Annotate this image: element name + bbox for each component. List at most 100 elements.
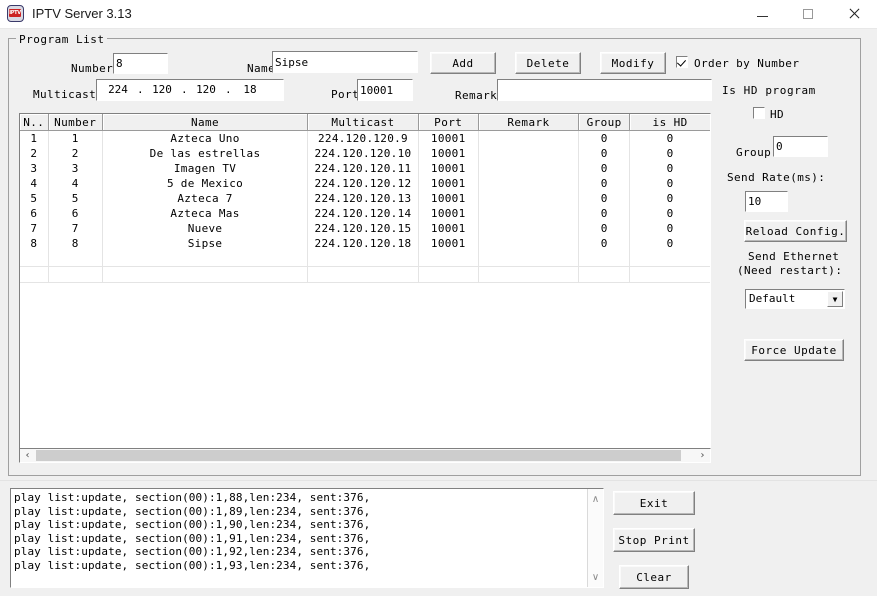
close-button[interactable] — [831, 0, 877, 28]
table-cell: 6 — [20, 206, 49, 221]
table-cell: Azteca 7 — [102, 191, 309, 206]
table-cell: De las estrellas — [102, 146, 309, 161]
table-cell: 1 — [20, 130, 49, 146]
table-cell: 0 — [578, 161, 631, 176]
program-table[interactable]: N.. Number Name Multicast Port Remark Group is … — [19, 113, 711, 463]
number-input[interactable] — [113, 53, 168, 74]
table-cell: Azteca Mas — [102, 206, 309, 221]
hd-checkbox[interactable] — [753, 107, 765, 119]
table-cell: 10001 — [418, 130, 479, 146]
multicast-octet-1[interactable]: 224 — [103, 82, 133, 98]
table-column-header[interactable]: Remark — [478, 114, 580, 131]
table-cell: 0 — [578, 236, 631, 251]
table-cell: 0 — [578, 146, 631, 161]
multicast-address-field[interactable]: 224 . 120 . 120 . 18 — [96, 79, 284, 101]
send-ethernet-select[interactable]: Default ▼ — [745, 289, 845, 309]
number-label: Number — [71, 62, 114, 75]
table-empty-row[interactable] — [20, 251, 710, 267]
multicast-octet-3[interactable]: 120 — [191, 82, 221, 98]
scroll-right-icon[interactable]: › — [695, 449, 710, 462]
chevron-down-icon[interactable]: ▼ — [827, 291, 843, 307]
order-by-number-label: Order by Number — [694, 57, 800, 70]
table-column-header[interactable]: Group — [578, 114, 631, 131]
minimize-button[interactable] — [739, 0, 785, 28]
table-cell: 224.120.120.14 — [307, 206, 419, 221]
table-cell: 0 — [578, 176, 631, 191]
log-text: play list:update, section(00):1,88,len:2… — [14, 491, 371, 572]
log-output-panel[interactable]: play list:update, section(00):1,88,len:2… — [10, 488, 604, 588]
table-row[interactable]: 8 8 Sipse 224.120.120.18 10001 0 0 — [20, 236, 710, 251]
table-cell: 4 — [20, 176, 49, 191]
table-cell: 0 — [666, 222, 674, 235]
table-cell: 3 — [48, 161, 103, 176]
table-cell-empty — [629, 266, 710, 283]
remark-label: Remark — [455, 89, 498, 102]
table-cell-empty — [578, 251, 631, 267]
program-table-grid: N.. Number Name Multicast Port Remark Group is … — [20, 114, 710, 283]
group-field-label: Group — [736, 146, 772, 159]
table-horizontal-scrollbar[interactable]: ‹ › — [19, 448, 711, 463]
table-cell: 0 — [578, 206, 631, 221]
table-cell-empty — [48, 266, 103, 283]
table-empty-row[interactable] — [20, 266, 710, 283]
table-row[interactable]: 445 de Mexico 224.120.120.12 10001 0 0 — [20, 176, 710, 191]
scroll-down-icon[interactable]: ∨ — [588, 569, 603, 585]
table-cell: 0 — [666, 177, 674, 190]
table-row[interactable]: 2 2 De las estrellas 224.120.120.10 10001 0 0 — [20, 146, 710, 161]
clear-button[interactable]: Clear — [619, 565, 689, 589]
table-cell: 0 — [666, 147, 674, 160]
port-input[interactable] — [357, 79, 413, 101]
table-row[interactable]: 7 7 Nueve 224.120.120.15 10001 0 0 — [20, 221, 710, 236]
reload-config-button[interactable]: Reload Config. — [744, 220, 847, 242]
table-cell-empty — [629, 251, 710, 267]
table-cell: 5 de Mexico — [102, 176, 309, 191]
table-cell: 224.120.120.13 — [307, 191, 419, 206]
table-column-header[interactable]: Number — [48, 114, 103, 131]
scroll-up-icon[interactable]: ∧ — [588, 491, 603, 507]
multicast-octet-2[interactable]: 120 — [147, 82, 177, 98]
remark-input[interactable] — [497, 79, 712, 101]
table-cell-empty — [20, 251, 49, 267]
multicast-octet-4[interactable]: 18 — [235, 82, 265, 98]
table-cell: Imagen TV — [102, 161, 309, 176]
modify-button[interactable]: Modify — [600, 52, 666, 74]
table-cell-empty — [418, 266, 479, 283]
order-by-number-checkbox[interactable] — [676, 56, 688, 68]
table-cell: 0 — [666, 207, 674, 220]
maximize-button[interactable] — [785, 0, 831, 28]
table-column-header[interactable]: Port — [418, 114, 479, 131]
multicast-separator-2: . — [181, 83, 188, 96]
table-row[interactable]: 3 3 Imagen TV 224.120.120.11 10001 0 0 — [20, 161, 710, 176]
table-cell — [478, 221, 580, 236]
log-vertical-scrollbar[interactable]: ∧ ∨ — [587, 489, 603, 587]
table-column-header[interactable]: N.. — [20, 114, 49, 131]
iptv-app-icon: IPTV — [7, 5, 24, 22]
table-cell: 0 — [578, 130, 631, 146]
table-row[interactable]: 5 5 Azteca 7 224.120.120.13 10001 0 0 — [20, 191, 710, 206]
table-cell: 10001 — [418, 236, 479, 251]
stop-print-button[interactable]: Stop Print — [613, 528, 695, 552]
delete-button[interactable]: Delete — [515, 52, 581, 74]
table-cell-empty — [578, 266, 631, 283]
group-input[interactable] — [773, 136, 828, 157]
table-cell: Azteca Uno — [102, 130, 309, 146]
exit-button[interactable]: Exit — [613, 491, 695, 515]
table-column-header[interactable]: Name — [102, 114, 309, 131]
table-column-header[interactable]: is HD — [629, 114, 710, 131]
table-cell-empty — [48, 251, 103, 267]
send-rate-input[interactable] — [745, 191, 788, 212]
add-button[interactable]: Add — [430, 52, 496, 74]
send-ethernet-label-line1: Send Ethernet — [748, 250, 840, 263]
table-row[interactable]: 6 6 Azteca Mas 224.120.120.14 10001 0 0 — [20, 206, 710, 221]
table-cell-empty — [478, 266, 580, 283]
scroll-left-icon[interactable]: ‹ — [20, 449, 35, 462]
table-cell: 8 — [20, 236, 49, 251]
table-cell: 10001 — [418, 161, 479, 176]
table-column-header[interactable]: Multicast — [307, 114, 419, 131]
force-update-button[interactable]: Force Update — [744, 339, 844, 361]
table-row[interactable]: 1 1 Azteca Uno 224.120.120.9 10001 0 0 — [20, 130, 710, 146]
name-input[interactable] — [272, 51, 418, 73]
table-cell-empty — [102, 266, 309, 283]
table-cell: 10001 — [418, 206, 479, 221]
scrollbar-thumb[interactable] — [36, 450, 681, 461]
